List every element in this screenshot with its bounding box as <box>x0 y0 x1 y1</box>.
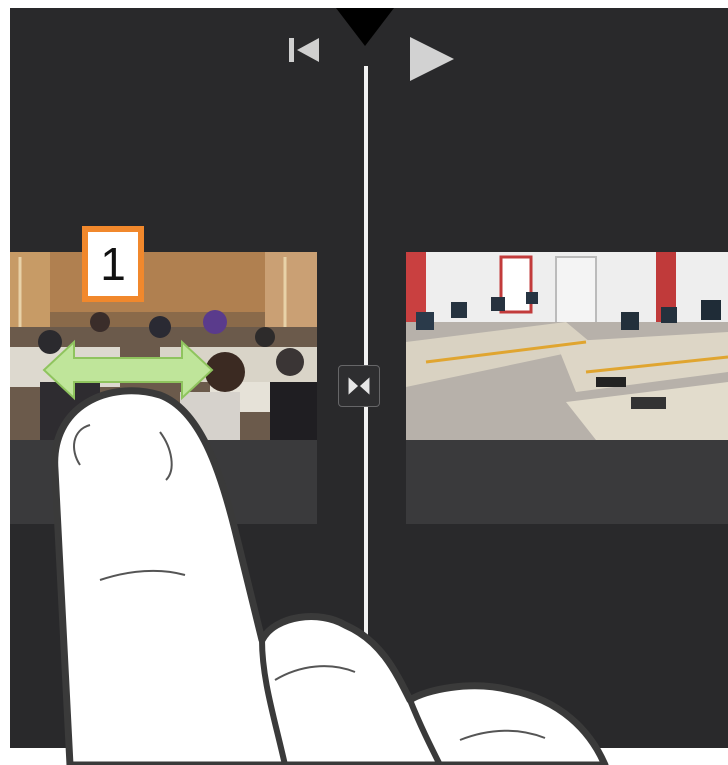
clip-thumbnail-computer-lab <box>406 252 728 440</box>
step-number-badge: 1 <box>82 226 144 302</box>
skip-to-start-icon[interactable] <box>286 32 322 68</box>
video-clip-computer-lab[interactable] <box>406 252 728 524</box>
video-editor-timeline: 1 <box>10 8 728 748</box>
transition-icon[interactable] <box>338 365 380 407</box>
clip-audio-lane <box>10 440 317 524</box>
clip-audio-lane <box>406 440 728 524</box>
play-icon[interactable] <box>408 34 456 84</box>
double-arrow-icon <box>42 339 214 401</box>
playhead-line[interactable] <box>364 66 368 651</box>
playhead-marker-icon <box>336 8 394 46</box>
